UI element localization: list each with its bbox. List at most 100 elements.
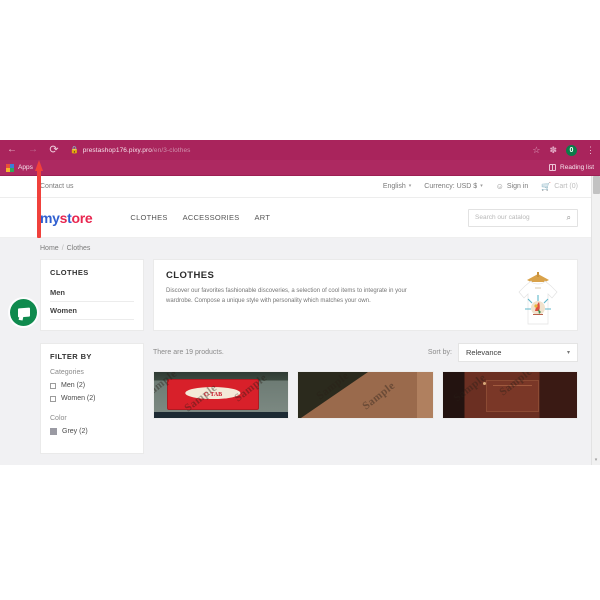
breadcrumb-home[interactable]: Home	[40, 245, 59, 252]
logo-part-ore: ore	[71, 209, 93, 226]
site-topbar: Contact us English ▾ Currency: USD $ ▾ ☺ Si…	[0, 176, 591, 198]
product-thumb-2: Sample Sample	[298, 372, 433, 418]
bookmark-star-icon[interactable]: ☆	[532, 145, 540, 155]
site-header: mystore CLOTHES ACCESSORIES ART ⌕	[0, 198, 591, 238]
chat-bubble-icon	[17, 307, 30, 318]
facet-label-women: Women (2)	[61, 395, 96, 402]
product-thumb-3: Sample Sample	[442, 372, 577, 418]
facet-spacer	[50, 408, 134, 415]
search-box[interactable]: ⌕	[468, 208, 578, 227]
tshirt-svg	[518, 272, 558, 325]
lock-icon: 🔒	[70, 146, 79, 154]
sort-select[interactable]: Relevance ▾	[458, 343, 578, 362]
search-icon[interactable]: ⌕	[567, 213, 571, 222]
sign-in-link[interactable]: ☺ Sign in	[495, 181, 529, 191]
breadcrumb-separator: /	[61, 245, 64, 252]
checkbox-icon[interactable]	[50, 395, 56, 402]
product-1-brand-text: C-TAB	[203, 391, 223, 398]
url-text: prestashop176.pixy.pro/en/3-clothes	[82, 146, 191, 154]
facet-name-color: Color	[50, 415, 67, 422]
apps-grid-icon	[6, 163, 14, 172]
website: Contact us English ▾ Currency: USD $ ▾ ☺ Si…	[0, 176, 591, 454]
green-chat-badge[interactable]	[10, 299, 37, 326]
browser-window: ← → ⟳ 🔒 prestashop176.pixy.pro/en/3-clot…	[0, 140, 600, 465]
page-viewport: Contact us English ▾ Currency: USD $ ▾ ☺ Si…	[0, 176, 600, 465]
filter-block: FILTER BY Categories Men (2) Women (2) C…	[40, 343, 144, 454]
profile-badge[interactable]: 0	[566, 144, 577, 156]
product-card-1[interactable]: C-TAB Sample Sample Sample	[153, 371, 290, 419]
scrollbar-down-arrow-icon[interactable]: ▾	[592, 458, 600, 463]
reading-list-label: Reading list	[560, 164, 594, 171]
logo-part-my: my	[40, 209, 60, 226]
bookmark-reading-list[interactable]: Reading list	[549, 164, 594, 171]
category-description: Discover our favorites fashionable disco…	[166, 288, 407, 304]
nav-item-accessories[interactable]: ACCESSORIES	[183, 213, 240, 222]
navigation-buttons: ← → ⟳	[6, 144, 60, 156]
product-2-edge	[416, 372, 433, 418]
product-thumb-1: C-TAB Sample Sample Sample	[154, 372, 289, 418]
category-block-title: CLOTHES	[50, 268, 89, 277]
category-block: CLOTHES Men Women	[40, 259, 144, 331]
sidebar-item-men[interactable]: Men	[50, 284, 134, 302]
sort-by-label: Sort by:	[427, 349, 452, 356]
language-selector[interactable]: English ▾	[383, 183, 411, 190]
facet-option-women[interactable]: Women (2)	[50, 395, 134, 402]
browser-menu-icon[interactable]: ⋮	[586, 145, 595, 155]
arrow-right-icon[interactable]: →	[27, 144, 39, 156]
page-title: CLOTHES	[166, 270, 215, 281]
main-navigation: CLOTHES ACCESSORIES ART	[130, 213, 270, 222]
product-count: There are 19 products.	[153, 349, 224, 356]
breadcrumb-current: Clothes	[66, 245, 91, 252]
site-logo[interactable]: mystore	[40, 209, 93, 226]
sign-in-label: Sign in	[506, 183, 529, 190]
reading-list-icon	[549, 164, 557, 171]
watermark-text: Sample	[450, 372, 489, 405]
browser-toolbar: ← → ⟳ 🔒 prestashop176.pixy.pro/en/3-clot…	[0, 140, 600, 160]
language-label: English	[382, 183, 406, 190]
scrollbar-thumb[interactable]	[593, 176, 600, 194]
main-content: CLOTHES Discover our favorites fashionab…	[153, 259, 578, 419]
checkbox-icon[interactable]	[50, 382, 56, 389]
product-1-base-band	[154, 411, 289, 418]
facet-label-grey: Grey (2)	[62, 428, 88, 435]
reload-icon[interactable]: ⟳	[48, 144, 60, 156]
sidebar: CLOTHES Men Women FILTER BY Categories M…	[40, 259, 144, 454]
cart-label: Cart (0)	[554, 183, 578, 190]
bookmark-apps-label: Apps	[18, 164, 33, 171]
filter-block-title: FILTER BY	[50, 352, 92, 361]
facet-option-grey[interactable]: Grey (2)	[50, 428, 134, 435]
product-card-2[interactable]: Sample Sample	[297, 371, 434, 419]
page-scrollbar[interactable]: ▾	[591, 176, 600, 465]
chevron-down-icon: ▾	[566, 350, 570, 356]
address-bar[interactable]: 🔒 prestashop176.pixy.pro/en/3-clothes	[70, 143, 524, 157]
person-icon: ☺	[495, 181, 504, 191]
category-banner-text: CLOTHES Discover our favorites fashionab…	[166, 270, 424, 318]
cart-link[interactable]: 🛒 Cart (0)	[541, 181, 578, 191]
arrow-left-icon[interactable]: ←	[6, 144, 18, 156]
facet-label-men: Men (2)	[61, 382, 86, 389]
sidebar-item-women[interactable]: Women	[50, 302, 134, 320]
facet-name-categories: Categories	[50, 369, 84, 376]
sort-control: Sort by: Relevance ▾	[428, 343, 578, 362]
facet-option-men[interactable]: Men (2)	[50, 382, 134, 389]
listing-toolbar: There are 19 products. Sort by: Relevanc…	[153, 331, 578, 371]
nav-item-clothes[interactable]: CLOTHES	[130, 213, 167, 222]
tshirt-on-hanger-image	[511, 268, 565, 330]
product-card-3[interactable]: Sample Sample	[441, 371, 578, 419]
nav-item-art[interactable]: ART	[255, 213, 271, 222]
category-banner: CLOTHES Discover our favorites fashionab…	[153, 259, 578, 331]
toolbar-right-actions: ☆ ✽ 0 ⋮	[532, 144, 595, 156]
product-grid: C-TAB Sample Sample Sample Sample Sample…	[153, 371, 578, 419]
shopping-cart-icon: 🛒	[541, 181, 552, 191]
sort-select-value: Relevance	[466, 348, 502, 357]
bookmark-apps[interactable]: Apps	[6, 163, 33, 172]
contact-us-link[interactable]: Contact us	[40, 183, 73, 190]
bookmarks-bar: Apps Reading list	[0, 160, 600, 176]
currency-label: Currency: USD $	[424, 183, 478, 190]
extension-puzzle-icon[interactable]: ✽	[549, 145, 557, 155]
color-swatch-icon[interactable]	[50, 428, 57, 435]
breadcrumb: Home / Clothes	[0, 238, 591, 259]
search-input[interactable]	[475, 214, 567, 221]
currency-selector[interactable]: Currency: USD $ ▾	[424, 183, 482, 190]
topbar-right: English ▾ Currency: USD $ ▾ ☺ Sign in 🛒 Cart…	[383, 181, 578, 191]
